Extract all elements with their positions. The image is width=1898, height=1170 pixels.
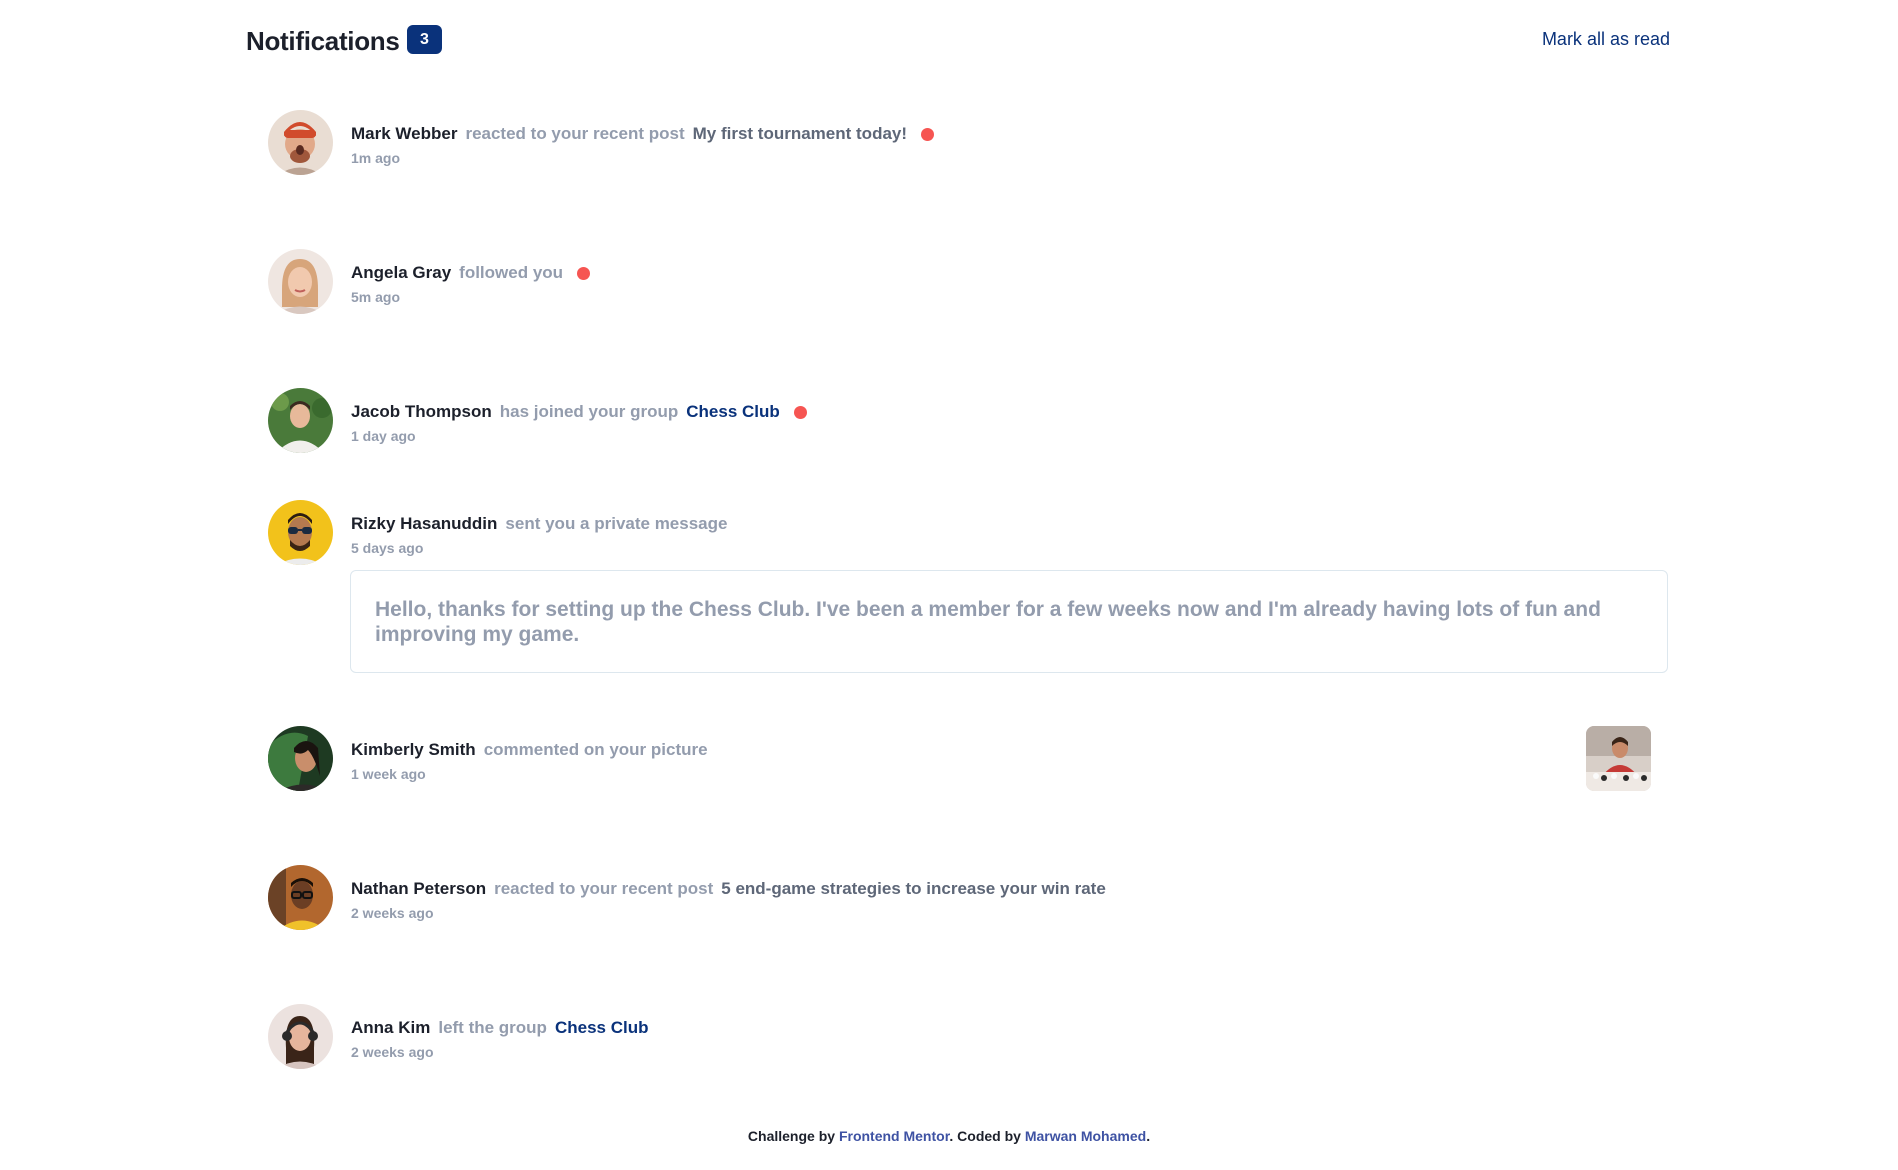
user-name[interactable]: Nathan Peterson [351,879,486,899]
user-name[interactable]: Mark Webber [351,124,457,144]
notification-time: 1 day ago [351,428,416,444]
notification-action: reacted to your recent post [494,879,714,898]
attribution-footer: Challenge by Frontend Mentor. Coded by M… [0,1128,1898,1144]
unread-dot [921,127,935,141]
post-link[interactable]: 5 end-game strategies to increase your w… [721,879,1106,899]
avatar-mark-webber[interactable] [268,110,333,175]
notification-action: reacted to your recent post [465,124,685,143]
notification-time: 2 weeks ago [351,905,434,921]
notifications-header: Notifications 3 Mark all as read [246,22,1670,62]
avatar-angela-gray[interactable] [268,249,333,314]
notification-text: Kimberly Smith commented on your picture [351,740,716,760]
footer-suffix: . [1146,1128,1151,1144]
notification-action: sent you a private message [505,514,728,533]
notification-text: Mark Webber reacted to your recent post … [351,124,935,144]
group-link[interactable]: Chess Club [555,1018,649,1038]
user-name[interactable]: Rizky Hasanuddin [351,514,497,534]
notification-text: Anna Kim left the group Chess Club [351,1018,656,1038]
footer-prefix: Challenge by [747,1128,839,1144]
notification-action: followed you [459,263,564,282]
notification-text: Angela Gray followed you [351,263,591,283]
user-name[interactable]: Anna Kim [351,1018,430,1038]
notification-action: commented on your picture [483,740,708,759]
notification-time: 5m ago [351,289,401,305]
group-link[interactable]: Chess Club [686,402,780,422]
notification-text: Rizky Hasanuddin sent you a private mess… [351,514,735,534]
unread-dot [577,266,591,280]
user-name[interactable]: Jacob Thompson [351,402,492,422]
notification-time: 5 days ago [351,540,424,556]
unread-count-badge: 3 [407,25,442,54]
commented-picture-thumbnail[interactable] [1586,726,1651,791]
notification-time: 2 weeks ago [351,1044,434,1060]
notification-text: Jacob Thompson has joined your group Che… [351,402,807,422]
avatar-anna-kim[interactable] [268,1004,333,1069]
post-link[interactable]: My first tournament today! [693,124,907,144]
author-link[interactable]: Marwan Mohamed [1025,1128,1146,1144]
page-title: Notifications [246,26,400,56]
notification-time: 1 week ago [351,766,426,782]
frontend-mentor-link[interactable]: Frontend Mentor [839,1128,949,1144]
avatar-rizky-hasanuddin[interactable] [268,500,333,565]
avatar-jacob-thompson[interactable] [268,388,333,453]
avatar-nathan-peterson[interactable] [268,865,333,930]
user-name[interactable]: Kimberly Smith [351,740,476,760]
mark-all-read-button[interactable]: Mark all as read [1542,29,1670,50]
private-message[interactable]: Hello, thanks for setting up the Chess C… [350,570,1668,673]
notification-action: left the group [438,1018,547,1037]
footer-middle: . Coded by [949,1128,1025,1144]
unread-dot [793,405,807,419]
notification-text: Nathan Peterson reacted to your recent p… [351,879,1114,899]
avatar-kimberly-smith[interactable] [268,726,333,791]
notification-time: 1m ago [351,150,401,166]
user-name[interactable]: Angela Gray [351,263,451,283]
notification-action: has joined your group [499,402,679,421]
